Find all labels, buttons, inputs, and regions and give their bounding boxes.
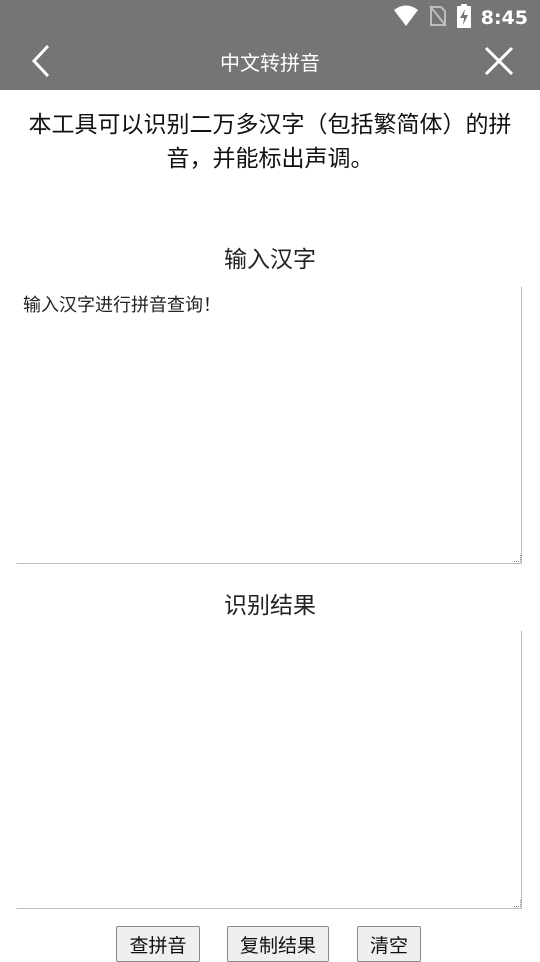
copy-result-button[interactable]: 复制结果: [227, 926, 329, 962]
lookup-pinyin-button[interactable]: 查拼音: [116, 926, 200, 962]
close-button[interactable]: [478, 42, 520, 84]
close-icon: [484, 46, 514, 80]
input-label: 输入汉字: [224, 247, 316, 273]
no-sim-icon: [428, 5, 447, 31]
status-time: 8:45: [480, 7, 528, 29]
input-resize-grip[interactable]: [514, 555, 521, 562]
toolbar: 中文转拼音: [0, 36, 540, 90]
intro-text: 本工具可以识别二万多汉字（包括繁简体）的拼音，并能标出声调。: [28, 112, 512, 172]
battery-charging-icon: [456, 4, 471, 32]
status-icons: 8:45: [393, 4, 528, 32]
clear-button[interactable]: 清空: [357, 926, 421, 962]
chinese-input-field[interactable]: [16, 286, 522, 564]
chevron-left-icon: [30, 44, 52, 82]
result-resize-grip[interactable]: [514, 900, 521, 907]
back-button[interactable]: [20, 42, 62, 84]
result-output-field[interactable]: [16, 630, 522, 909]
action-buttons: 查拼音 复制结果 清空: [0, 926, 540, 962]
wifi-icon: [393, 5, 419, 31]
status-bar: 8:45: [0, 0, 540, 36]
toolbar-title: 中文转拼音: [220, 51, 320, 75]
result-label: 识别结果: [224, 593, 316, 619]
